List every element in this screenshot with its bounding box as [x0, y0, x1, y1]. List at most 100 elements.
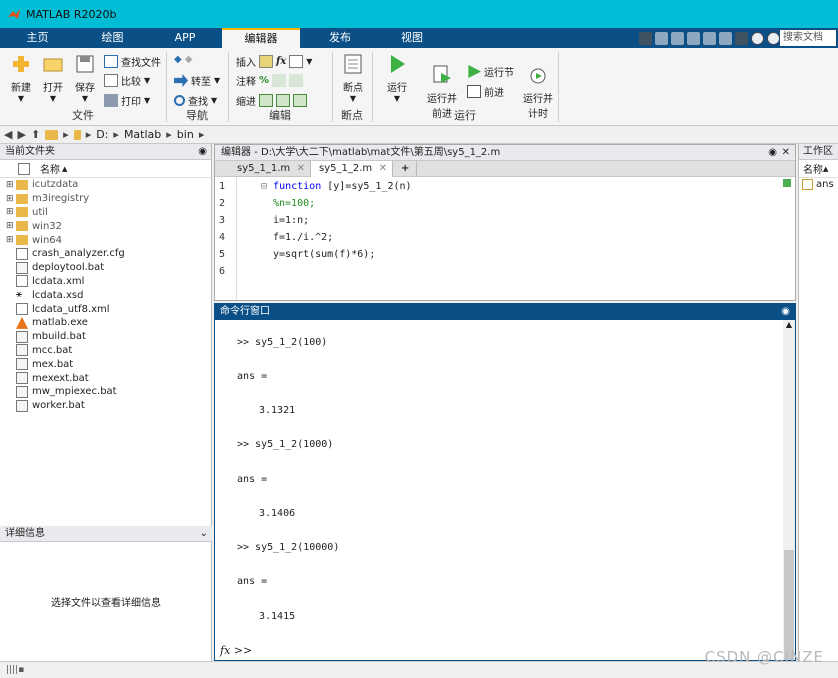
stopwatch-icon	[530, 68, 546, 84]
new-button[interactable]: 新建 ▼	[6, 54, 36, 103]
breadcrumb-bin[interactable]: bin	[177, 128, 194, 141]
run-play-icon	[391, 55, 405, 73]
name-column-header[interactable]: 名称 ▲	[0, 160, 211, 178]
options-icon[interactable]	[767, 31, 780, 45]
expand-icon[interactable]: ⊞	[0, 235, 14, 245]
file-row[interactable]: worker.bat	[0, 399, 211, 413]
run-button[interactable]: 运行 ▼	[380, 54, 414, 103]
tab-plots[interactable]: 绘图	[75, 28, 150, 48]
goto-button[interactable]: 转至 ▼	[174, 73, 220, 88]
scroll-up-icon[interactable]: ▲	[783, 320, 795, 329]
up-folder-icon[interactable]: ⬆	[31, 128, 40, 141]
redo-quick-icon[interactable]	[719, 31, 732, 45]
insert-button[interactable]: 插入 fx ▼	[236, 54, 312, 69]
command-window-menu-icon[interactable]: ◉	[781, 304, 790, 320]
folder-icon	[16, 179, 28, 190]
file-row[interactable]: mex.bat	[0, 357, 211, 371]
file-row[interactable]: lcdata_utf8.xml	[0, 302, 211, 316]
compare-button[interactable]: 比较 ▼	[104, 73, 150, 88]
file-row[interactable]: mbuild.bat	[0, 330, 211, 344]
file-row[interactable]: deploytool.bat	[0, 261, 211, 275]
forward-arrow-icon[interactable]: ▶	[17, 128, 25, 141]
file-row[interactable]: matlab.exe	[0, 316, 211, 330]
file-row[interactable]: ⊞ win32	[0, 219, 211, 233]
find-button[interactable]: 查找 ▼	[174, 93, 217, 108]
indent-icon[interactable]	[276, 94, 290, 107]
exe-icon	[16, 316, 28, 329]
run-section-button[interactable]: 运行节	[467, 64, 514, 79]
command-line: >> sy5_1_2(100)	[237, 337, 328, 348]
editor-close-icon[interactable]: ✕	[782, 145, 790, 161]
file-row[interactable]: mcc.bat	[0, 344, 211, 358]
code-analyzer-indicator[interactable]	[783, 179, 791, 187]
tab-editor[interactable]: 编辑器	[222, 28, 300, 48]
paste-quick-icon[interactable]	[687, 31, 700, 45]
new-tab-plus-icon[interactable]: +	[395, 161, 417, 177]
print-button[interactable]: 打印 ▼	[104, 93, 150, 108]
tab-view[interactable]: 视图	[380, 28, 444, 48]
help-icon[interactable]	[751, 31, 764, 45]
matlab-logo-icon	[8, 9, 20, 19]
find-files-button[interactable]: 查找文件	[104, 54, 161, 69]
workspace-var-ans[interactable]: ans	[799, 178, 838, 192]
undo-quick-icon[interactable]	[703, 31, 716, 45]
nav-back-icon[interactable]: ◆	[174, 54, 182, 65]
file-row[interactable]: ⊞ win64	[0, 233, 211, 247]
breakpoints-button[interactable]: 断点 ▼	[338, 54, 368, 103]
browse-folder-icon[interactable]	[45, 129, 59, 140]
code-area[interactable]: 1 ⊟ function [y]=sy5_1_2(n) 2 %n=100; 3 …	[215, 177, 795, 300]
file-row[interactable]: ⚹ lcdata.xsd	[0, 288, 211, 302]
details-header: 详细信息 ⌄	[0, 526, 212, 542]
expand-icon[interactable]: ⊞	[0, 180, 14, 190]
tab-publish[interactable]: 发布	[300, 28, 380, 48]
back-arrow-icon[interactable]: ◀	[4, 128, 12, 141]
command-prompt[interactable]: fx >>	[220, 644, 252, 657]
tab-home[interactable]: 主页	[0, 28, 75, 48]
command-window: 命令行窗口 ◉ >> sy5_1_2(100) ans = 3.1321 >> …	[214, 303, 796, 661]
uncomment-icon[interactable]	[272, 74, 287, 87]
cut-quick-icon[interactable]	[655, 31, 668, 45]
comment-button[interactable]: 注释 %	[236, 73, 304, 88]
file-row[interactable]: ⊞ icutzdata	[0, 178, 211, 192]
file-row[interactable]: lcdata.xml	[0, 275, 211, 289]
file-row[interactable]: mw_mpiexec.bat	[0, 385, 211, 399]
fx-button[interactable]: fx	[276, 56, 286, 67]
file-row[interactable]: mexext.bat	[0, 371, 211, 385]
breadcrumb-matlab[interactable]: Matlab	[124, 128, 161, 141]
editor-tab-sy5_1_2[interactable]: sy5_1_2.m ✕	[311, 161, 393, 177]
wrap-comments-icon[interactable]	[289, 74, 304, 87]
expand-icon[interactable]: ⊞	[0, 207, 14, 217]
details-collapse-icon[interactable]: ⌄	[200, 526, 208, 542]
indent-button[interactable]: 缩进	[236, 93, 307, 108]
editor-tab-sy5_1_1[interactable]: sy5_1_1.m ✕	[229, 161, 311, 177]
search-documentation-input[interactable]: 搜索文档	[780, 30, 836, 46]
nav-forward-icon[interactable]: ◆	[185, 54, 193, 65]
line-number: 5	[219, 249, 226, 260]
editor-menu-icon[interactable]: ◉	[768, 145, 777, 161]
tab-close-icon[interactable]: ✕	[379, 161, 387, 177]
workspace-name-column[interactable]: 名称 ▲	[799, 160, 838, 178]
outdent-icon[interactable]	[293, 94, 307, 107]
advance-button[interactable]: 前进	[467, 84, 504, 99]
switch-windows-icon[interactable]	[735, 31, 748, 45]
save-quick-icon[interactable]	[639, 31, 652, 45]
back-forward-buttons[interactable]: ◆ ◆	[174, 54, 192, 65]
breadcrumb-drive[interactable]: D:	[96, 128, 108, 141]
comment-percent-icon[interactable]: %	[259, 75, 269, 86]
file-row[interactable]: ⊞ util	[0, 206, 211, 220]
open-button[interactable]: 打开 ▼	[38, 54, 68, 103]
save-button[interactable]: 保存 ▼	[70, 54, 100, 103]
open-folder-icon	[43, 58, 63, 72]
scroll-thumb[interactable]	[784, 550, 794, 660]
tab-close-icon[interactable]: ✕	[297, 161, 305, 177]
panel-menu-icon[interactable]: ◉	[198, 144, 207, 160]
expand-icon[interactable]: ⊞	[0, 194, 14, 204]
smart-indent-icon[interactable]	[259, 94, 273, 107]
file-row[interactable]: crash_analyzer.cfg	[0, 247, 211, 261]
insert-function-icon[interactable]	[289, 55, 304, 68]
file-row[interactable]: ⊞ m3iregistry	[0, 192, 211, 206]
command-scrollbar[interactable]: ▲	[783, 320, 795, 660]
expand-icon[interactable]: ⊞	[0, 221, 14, 231]
tab-apps[interactable]: APP	[150, 28, 220, 48]
copy-quick-icon[interactable]	[671, 31, 684, 45]
